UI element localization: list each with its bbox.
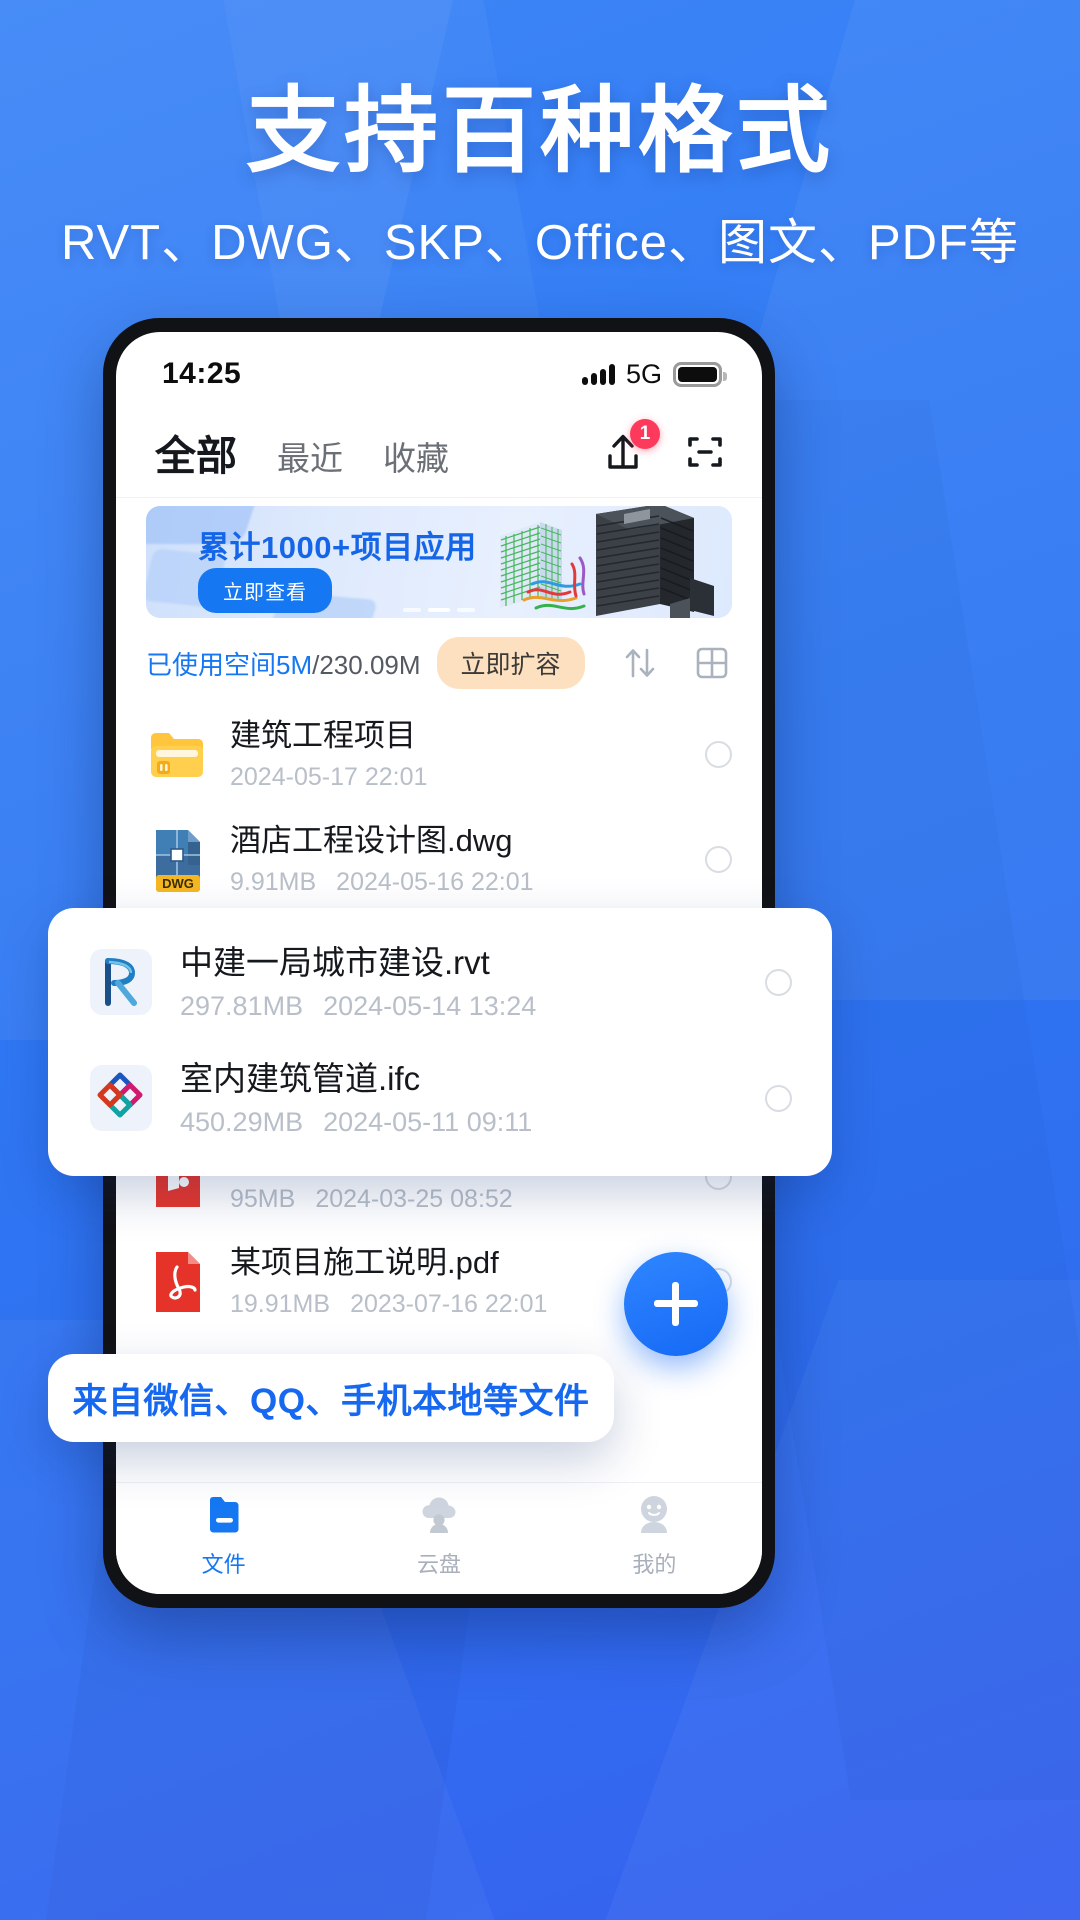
file-sub: 9.91MB 2024-05-16 22:01: [230, 868, 683, 897]
scan-button[interactable]: [682, 429, 728, 475]
tab-all[interactable]: 全部: [152, 420, 240, 485]
file-select-checkbox[interactable]: [705, 741, 732, 768]
file-size: 19.91MB: [230, 1289, 331, 1318]
table-row[interactable]: DWG 酒店工程设计图.dwg 9.91MB 2024-05-16 22:01: [116, 807, 762, 912]
file-date: 2024-03-25 08:52: [315, 1184, 513, 1213]
tab-favorites[interactable]: 收藏: [380, 430, 452, 482]
nav-label-cloud: 云盘: [416, 1552, 461, 1577]
add-file-fab[interactable]: [624, 1252, 728, 1356]
network-type-label: 5G: [625, 358, 662, 389]
folder-nav-icon: [209, 1497, 239, 1533]
poster-header: 支持百种格式 RVT、DWG、SKP、Office、图文、PDF等: [0, 78, 1080, 274]
storage-used-label: 已使用空间5M: [146, 649, 313, 680]
bottom-navigation: 文件 云盘 我的: [116, 1482, 762, 1594]
upload-button[interactable]: 1: [600, 418, 660, 475]
file-sub: 19.91MB 2023-07-16 22:01: [230, 1290, 683, 1319]
file-meta: 中建一局城市建设.rvt 297.81MB 2024-05-14 13:24: [180, 942, 739, 1021]
storage-total-label: /230.09M: [312, 649, 421, 680]
dwg-file-icon: DWG: [146, 825, 208, 895]
app-topbar: 全部 最近 收藏 1: [116, 406, 762, 498]
file-date: 2024-05-17 22:01: [230, 762, 428, 791]
file-size: 450.29MB: [180, 1106, 304, 1137]
banner-container: 累计1000+项目应用 立即查看: [116, 498, 762, 624]
file-name: 某项目施工说明.pdf: [230, 1245, 499, 1281]
source-tip-card: 来自微信、QQ、手机本地等文件: [48, 1354, 614, 1442]
file-sub: 95MB 2024-03-25 08:52: [230, 1185, 683, 1214]
file-meta: 建筑工程项目 2024-05-17 22:01: [230, 717, 683, 792]
profile-nav-icon: [641, 1496, 668, 1533]
nav-item-cloud[interactable]: 云盘: [331, 1483, 546, 1588]
rvt-file-icon: [88, 945, 154, 1019]
tab-favorites-label: 收藏: [383, 439, 449, 477]
storage-row: 已使用空间5M/230.09M 立即扩容: [116, 624, 762, 702]
table-row[interactable]: 建筑工程项目 2024-05-17 22:01: [116, 702, 762, 807]
file-meta: 室内建筑管道.ifc 450.29MB 2024-05-11 09:11: [180, 1058, 739, 1137]
tab-all-label: 全部: [155, 432, 237, 479]
table-row[interactable]: 中建一局城市建设.rvt 297.81MB 2024-05-14 13:24: [88, 924, 792, 1040]
pdf-file-icon: [146, 1247, 208, 1317]
plus-icon: [654, 1282, 698, 1326]
poster-subtitle: RVT、DWG、SKP、Office、图文、PDF等: [60, 215, 1019, 270]
ifc-file-icon: [88, 1061, 154, 1135]
file-sub: 450.29MB 2024-05-11 09:11: [180, 1107, 739, 1138]
signal-bars-icon: [581, 363, 615, 385]
file-name: 建筑工程项目: [230, 718, 416, 754]
file-size: 297.81MB: [180, 990, 304, 1021]
upload-badge: 1: [630, 418, 660, 449]
banner-pagination-dots[interactable]: [403, 608, 475, 612]
tab-recent[interactable]: 最近: [274, 430, 346, 482]
expand-storage-button[interactable]: 立即扩容: [436, 637, 585, 689]
battery-full-icon: [673, 361, 727, 387]
banner-dot-active[interactable]: [428, 608, 450, 612]
file-name: 室内建筑管道.ifc: [180, 1060, 421, 1098]
nav-label-files: 文件: [201, 1552, 246, 1577]
storage-usage-text: 已使用空间5M/230.09M: [146, 645, 421, 682]
sort-icon[interactable]: [620, 643, 660, 683]
highlighted-files-card: 中建一局城市建设.rvt 297.81MB 2024-05-14 13:24 室…: [48, 908, 832, 1176]
file-date: 2024-05-11 09:11: [323, 1106, 533, 1137]
file-size: 95MB: [230, 1184, 296, 1213]
file-select-checkbox[interactable]: [765, 1084, 792, 1112]
tab-recent-label: 最近: [277, 439, 343, 477]
svg-text:DWG: DWG: [162, 876, 194, 891]
list-tools: [620, 643, 732, 683]
file-select-checkbox[interactable]: [705, 846, 732, 873]
source-tip-text: 来自微信、QQ、手机本地等文件: [72, 1381, 590, 1421]
file-meta: 某项目施工说明.pdf 19.91MB 2023-07-16 22:01: [230, 1244, 683, 1319]
status-indicators: 5G: [581, 358, 727, 390]
banner-dot[interactable]: [403, 608, 421, 612]
file-sub: 2024-05-17 22:01: [230, 763, 683, 792]
file-meta: 酒店工程设计图.dwg 9.91MB 2024-05-16 22:01: [230, 822, 683, 897]
topbar-actions: 1: [600, 418, 728, 475]
nav-item-profile[interactable]: 我的: [547, 1483, 762, 1588]
status-bar: 14:25 5G: [116, 332, 762, 406]
grid-view-icon[interactable]: [692, 643, 732, 683]
nav-label-profile: 我的: [632, 1552, 677, 1577]
file-name: 酒店工程设计图.dwg: [230, 823, 513, 859]
file-date: 2024-05-16 22:01: [336, 867, 534, 896]
status-time: 14:25: [162, 357, 242, 390]
banner-dot[interactable]: [457, 608, 475, 612]
cloud-nav-icon: [422, 1497, 456, 1533]
file-name: 中建一局城市建设.rvt: [180, 944, 490, 982]
file-date: 2024-05-14 13:24: [323, 990, 537, 1021]
bim-building-illustration: [500, 506, 714, 618]
scan-icon: [688, 436, 722, 467]
nav-item-files[interactable]: 文件: [116, 1483, 331, 1588]
banner-cta-button[interactable]: 立即查看: [198, 568, 332, 613]
file-sub: 297.81MB 2024-05-14 13:24: [180, 991, 739, 1022]
poster-title: 支持百种格式: [245, 78, 834, 183]
tab-list: 全部 最近 收藏: [152, 420, 600, 485]
promo-banner[interactable]: 累计1000+项目应用 立即查看: [146, 506, 732, 618]
file-select-checkbox[interactable]: [765, 968, 792, 996]
banner-title: 累计1000+项目应用: [198, 530, 477, 565]
file-size: 9.91MB: [230, 867, 317, 896]
folder-icon: [146, 720, 208, 790]
table-row[interactable]: 室内建筑管道.ifc 450.29MB 2024-05-11 09:11: [88, 1040, 792, 1156]
file-date: 2023-07-16 22:01: [350, 1289, 548, 1318]
